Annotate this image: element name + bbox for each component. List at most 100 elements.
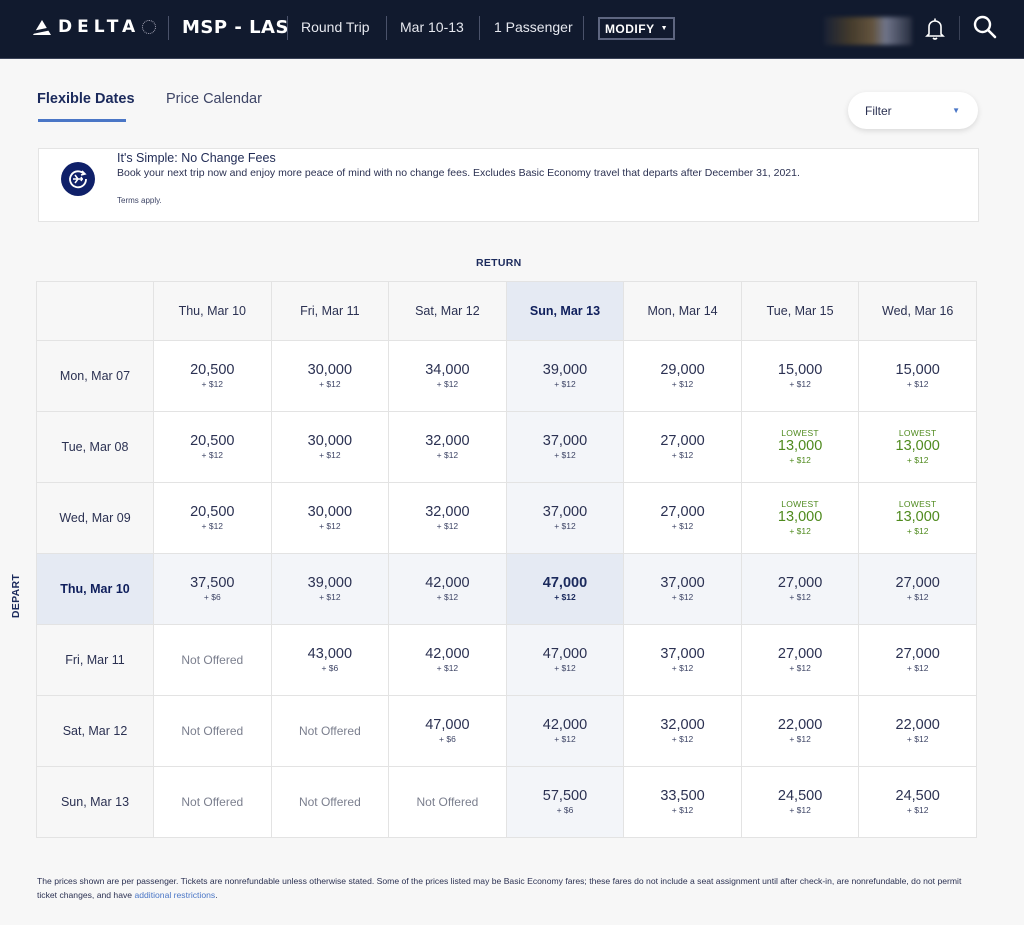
fare-cell[interactable]: 32,000 + $12 — [388, 482, 507, 554]
fare-cell[interactable]: 47,000 + $6 — [388, 695, 507, 767]
fare-taxes: + $12 — [436, 663, 459, 673]
user-account-blurred[interactable] — [824, 17, 912, 45]
fare-cell[interactable]: 47,000 + $12 — [505, 624, 625, 696]
fare-cell[interactable]: 42,000 + $12 — [505, 695, 625, 767]
fare-cell[interactable]: 27,000 + $12 — [858, 553, 977, 625]
fare-cell-lowest[interactable]: LOWEST 13,000 + $12 — [740, 482, 860, 554]
disclaimer-end: . — [215, 890, 218, 900]
fare-cell[interactable]: 30,000 + $12 — [270, 482, 390, 554]
fare-miles: 30,000 — [307, 362, 353, 378]
not-offered-label: Not Offered — [181, 653, 244, 667]
fare-miles: 37,000 — [542, 504, 588, 520]
fare-taxes: + $6 — [203, 592, 221, 602]
search-icon[interactable] — [972, 14, 998, 40]
depart-row: Sat, Mar 12 Not Offered Not Offered 47,000 +… — [36, 695, 977, 767]
fare-cell[interactable]: 29,000 + $12 — [623, 340, 742, 412]
fare-cell-lowest[interactable]: LOWEST 13,000 + $12 — [858, 482, 977, 554]
fare-cell[interactable]: 39,000 + $12 — [270, 553, 390, 625]
fare-cell[interactable]: 42,000 + $12 — [388, 624, 507, 696]
fare-cell-not-offered: Not Offered — [153, 624, 272, 696]
fare-cell[interactable]: 32,000 + $12 — [623, 695, 742, 767]
fare-cell[interactable]: 37,000 + $12 — [505, 482, 625, 554]
divider — [959, 16, 960, 40]
fare-cell[interactable]: 39,000 + $12 — [505, 340, 625, 412]
divider — [287, 16, 288, 40]
fare-cell[interactable]: 24,500 + $12 — [858, 766, 977, 838]
active-tab-indicator — [38, 119, 126, 122]
caret-down-icon: ▼ — [952, 106, 960, 115]
lowest-badge: LOWEST — [898, 428, 937, 438]
fare-cell[interactable]: 30,000 + $12 — [270, 411, 390, 483]
fare-cell[interactable]: 34,000 + $12 — [388, 340, 507, 412]
return-date-header: Tue, Mar 15 — [740, 281, 860, 341]
banner-text: Book your next trip now and enjoy more p… — [117, 167, 800, 179]
additional-restrictions-link[interactable]: additional restrictions — [134, 890, 215, 900]
fare-taxes: + $12 — [671, 379, 694, 389]
fare-cell[interactable]: 27,000 + $12 — [858, 624, 977, 696]
fare-taxes: + $12 — [201, 450, 224, 460]
fare-miles: 27,000 — [660, 504, 705, 520]
brand-name: DELTA — [58, 17, 141, 37]
fare-cell[interactable]: 20,500 + $12 — [153, 340, 272, 412]
fare-cell[interactable]: 32,000 + $12 — [388, 411, 507, 483]
delta-logo[interactable]: DELTA — [33, 17, 157, 37]
fare-taxes: + $12 — [671, 521, 694, 531]
fare-cell[interactable]: 57,500 + $6 — [505, 766, 625, 838]
fare-taxes: + $12 — [554, 450, 576, 460]
fare-miles: 13,000 — [777, 509, 823, 525]
fare-cell-lowest[interactable]: LOWEST 13,000 + $12 — [858, 411, 977, 483]
fare-cell[interactable]: 22,000 + $12 — [740, 695, 860, 767]
return-date-header: Wed, Mar 16 — [858, 281, 977, 341]
fare-cell-lowest[interactable]: LOWEST 13,000 + $12 — [740, 411, 860, 483]
tab-price-calendar[interactable]: Price Calendar — [166, 91, 262, 107]
depart-row: Fri, Mar 11 Not Offered 43,000 + $6 42,000 + … — [36, 624, 977, 696]
fare-cell[interactable]: 27,000 + $12 — [740, 624, 860, 696]
depart-date-header: Fri, Mar 11 — [36, 624, 154, 696]
fare-cell[interactable]: 15,000 + $12 — [858, 340, 977, 412]
fare-cell[interactable]: 47,000 + $12 — [505, 553, 625, 625]
fare-taxes: + $12 — [554, 521, 576, 531]
fare-cell[interactable]: 27,000 + $12 — [623, 411, 742, 483]
fare-cell[interactable]: 20,500 + $12 — [153, 411, 272, 483]
fare-cell[interactable]: 42,000 + $12 — [388, 553, 507, 625]
not-offered-label: Not Offered — [298, 795, 361, 809]
skyteam-icon — [142, 20, 157, 34]
filter-dropdown[interactable]: Filter ▼ — [848, 92, 978, 129]
return-date-header: Sun, Mar 13 — [505, 281, 625, 341]
fare-taxes: + $12 — [789, 734, 811, 744]
bell-icon[interactable] — [925, 17, 945, 41]
fare-cell[interactable]: 37,500 + $6 — [153, 553, 272, 625]
fare-taxes: + $12 — [319, 592, 341, 602]
fare-miles: 20,500 — [190, 504, 235, 520]
fare-taxes: + $12 — [436, 379, 459, 389]
fare-cell[interactable]: 37,000 + $12 — [623, 553, 742, 625]
tab-flexible-dates[interactable]: Flexible Dates — [37, 91, 135, 107]
fare-cell[interactable]: 37,000 + $12 — [623, 624, 742, 696]
fare-cell[interactable]: 20,500 + $12 — [153, 482, 272, 554]
fare-miles: 27,000 — [777, 575, 823, 591]
fare-cell[interactable]: 30,000 + $12 — [270, 340, 390, 412]
modify-search-button[interactable]: MODIFY ▼ — [598, 17, 675, 40]
fare-cell[interactable]: 43,000 + $6 — [270, 624, 390, 696]
fare-taxes: + $12 — [671, 805, 694, 815]
fare-miles: 47,000 — [542, 575, 588, 591]
fare-cell[interactable]: 22,000 + $12 — [858, 695, 977, 767]
return-date-header: Thu, Mar 10 — [153, 281, 272, 341]
fare-cell[interactable]: 15,000 + $12 — [740, 340, 860, 412]
fare-cell[interactable]: 27,000 + $12 — [740, 553, 860, 625]
fare-cell[interactable]: 27,000 + $12 — [623, 482, 742, 554]
fare-miles: 13,000 — [895, 438, 940, 454]
not-offered-label: Not Offered — [181, 724, 244, 738]
fare-taxes: + $12 — [906, 805, 929, 815]
fare-miles: 24,500 — [777, 788, 823, 804]
depart-row: Sun, Mar 13 Not Offered Not Offered Not Off… — [36, 766, 977, 838]
fare-cell[interactable]: 33,500 + $12 — [623, 766, 742, 838]
fare-taxes: + $12 — [906, 455, 929, 465]
fare-cell[interactable]: 37,000 + $12 — [505, 411, 625, 483]
modify-label: MODIFY — [604, 21, 655, 36]
fare-cell[interactable]: 24,500 + $12 — [740, 766, 860, 838]
depart-row: Mon, Mar 07 20,500 + $12 30,000 + $12 34,000 +… — [36, 340, 977, 412]
fare-cell-not-offered: Not Offered — [153, 766, 272, 838]
fare-miles: 22,000 — [895, 717, 940, 733]
terms-apply[interactable]: Terms apply. — [117, 196, 162, 205]
